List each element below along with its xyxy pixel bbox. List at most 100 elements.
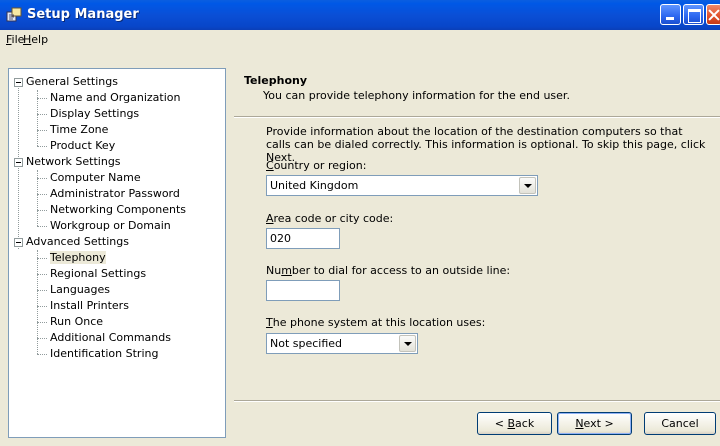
tree-item-label: Identification String: [50, 347, 159, 360]
area-code-input[interactable]: 020: [266, 228, 340, 249]
tree-item-languages[interactable]: Languages: [50, 282, 110, 298]
tree-item-label: Administrator Password: [50, 187, 180, 200]
tree-item-identification-string[interactable]: Identification String: [50, 346, 158, 362]
page-description: You can provide telephony information fo…: [263, 89, 570, 102]
cancel-button[interactable]: Cancel: [644, 412, 716, 435]
tree-item-administrator-password[interactable]: Administrator Password: [50, 186, 180, 202]
tree-connector: [37, 98, 47, 99]
menu-help[interactable]: Help: [23, 33, 48, 46]
tree-group-label: Network Settings: [26, 155, 121, 168]
tree-connector: [37, 146, 47, 147]
chevron-down-icon[interactable]: [399, 335, 416, 352]
next-button-accel: N: [575, 417, 584, 430]
tree-connector: [37, 210, 47, 211]
tree-item-install-printers[interactable]: Install Printers: [50, 298, 129, 314]
back-button[interactable]: < Back: [477, 412, 552, 435]
tree-connector: [37, 178, 47, 179]
collapse-toggle-icon[interactable]: [14, 238, 23, 247]
next-button[interactable]: Next >: [557, 412, 632, 435]
back-button-label: ack: [515, 417, 535, 430]
tree-item-label: Languages: [50, 283, 111, 296]
tree-item-additional-commands[interactable]: Additional Commands: [50, 330, 171, 346]
menu-help-label: elp: [31, 33, 49, 46]
country-label: Country or region:: [266, 159, 366, 172]
area-code-label-text: rea code or city code:: [273, 212, 394, 225]
tree-connector: [37, 338, 47, 339]
tree-item-label: Install Printers: [50, 299, 129, 312]
tree-connector: [37, 194, 47, 195]
header-divider: [234, 116, 720, 118]
tree-connector: [37, 306, 47, 307]
setup-manager-app-icon: [6, 7, 22, 22]
back-button-accel: B: [507, 417, 516, 430]
tree-group-advanced-settings[interactable]: Advanced Settings: [26, 234, 129, 250]
minimize-button[interactable]: [660, 4, 681, 25]
setup-manager-window: Setup Manager File Help General Settings…: [0, 0, 720, 446]
tree-group-label: General Settings: [26, 75, 118, 88]
page-title: Telephony: [244, 74, 307, 87]
tree-item-product-key[interactable]: Product Key: [50, 138, 115, 154]
tree-group-network-settings[interactable]: Network Settings: [26, 154, 121, 170]
chevron-down-icon[interactable]: [519, 177, 536, 194]
settings-tree[interactable]: General Settings Name and Organization Dis…: [8, 68, 226, 438]
area-code-value: 020: [270, 232, 291, 245]
tree-connector: [37, 226, 47, 227]
tree-item-label: Regional Settings: [50, 267, 147, 280]
outside-line-label-pre: Nu: [266, 264, 282, 277]
tree-item-name-and-organization[interactable]: Name and Organization: [50, 90, 180, 106]
tree-item-label: Additional Commands: [50, 331, 171, 344]
tree-item-label: Computer Name: [50, 171, 141, 184]
country-label-accel: C: [266, 159, 274, 172]
country-dropdown[interactable]: United Kingdom: [266, 175, 538, 196]
menu-bar: File Help: [0, 30, 720, 49]
back-button-pre: <: [494, 417, 508, 430]
tree-item-label: Workgroup or Domain: [50, 219, 171, 232]
phone-system-label-accel: T: [266, 316, 273, 329]
collapse-toggle-icon[interactable]: [14, 158, 23, 167]
maximize-button[interactable]: [683, 4, 704, 25]
tree-item-label: Networking Components: [50, 203, 187, 216]
phone-system-dropdown[interactable]: Not specified: [266, 333, 418, 354]
outside-line-input[interactable]: [266, 280, 340, 301]
tree-group-label: Advanced Settings: [26, 235, 129, 248]
tree-connector: [37, 114, 47, 115]
title-bar[interactable]: Setup Manager: [0, 0, 720, 30]
tree-item-label: Run Once: [50, 315, 104, 328]
tree-group-general-settings[interactable]: General Settings: [26, 74, 118, 90]
tree-connector: [37, 354, 47, 355]
tree-item-label: Name and Organization: [50, 91, 181, 104]
tree-connector: [37, 130, 47, 131]
tree-connector: [37, 290, 47, 291]
tree-item-time-zone[interactable]: Time Zone: [50, 122, 108, 138]
phone-system-value: Not specified: [270, 337, 343, 350]
collapse-toggle-icon[interactable]: [14, 78, 23, 87]
window-title: Setup Manager: [27, 7, 139, 22]
tree-item-workgroup-or-domain[interactable]: Workgroup or Domain: [50, 218, 171, 234]
outside-line-label-accel: m: [281, 264, 292, 277]
tree-item-display-settings[interactable]: Display Settings: [50, 106, 139, 122]
tree-connector: [37, 258, 47, 259]
tree-item-networking-components[interactable]: Networking Components: [50, 202, 186, 218]
tree-item-telephony[interactable]: Telephony: [50, 250, 106, 266]
tree-item-label: Time Zone: [50, 123, 109, 136]
tree-connector: [37, 274, 47, 275]
tree-item-run-once[interactable]: Run Once: [50, 314, 103, 330]
country-label-text: ountry or region:: [273, 159, 367, 172]
footer-divider: [234, 400, 720, 402]
tree-item-regional-settings[interactable]: Regional Settings: [50, 266, 146, 282]
tree-item-label: Telephony: [50, 251, 106, 264]
menu-file[interactable]: File: [6, 33, 24, 46]
outside-line-label: Number to dial for access to an outside …: [266, 264, 510, 277]
country-value: United Kingdom: [270, 179, 359, 192]
area-code-label-accel: A: [266, 212, 274, 225]
phone-system-label: The phone system at this location uses:: [266, 316, 485, 329]
tree-item-label: Product Key: [50, 139, 116, 152]
outside-line-label-text: ber to dial for access to an outside lin…: [291, 264, 511, 277]
tree-item-label: Display Settings: [50, 107, 140, 120]
close-button[interactable]: [706, 4, 720, 25]
area-code-label: Area code or city code:: [266, 212, 393, 225]
phone-system-label-text: he phone system at this location uses:: [272, 316, 486, 329]
next-button-label: ext >: [583, 417, 614, 430]
tree-item-computer-name[interactable]: Computer Name: [50, 170, 141, 186]
tree-connector: [37, 322, 47, 323]
